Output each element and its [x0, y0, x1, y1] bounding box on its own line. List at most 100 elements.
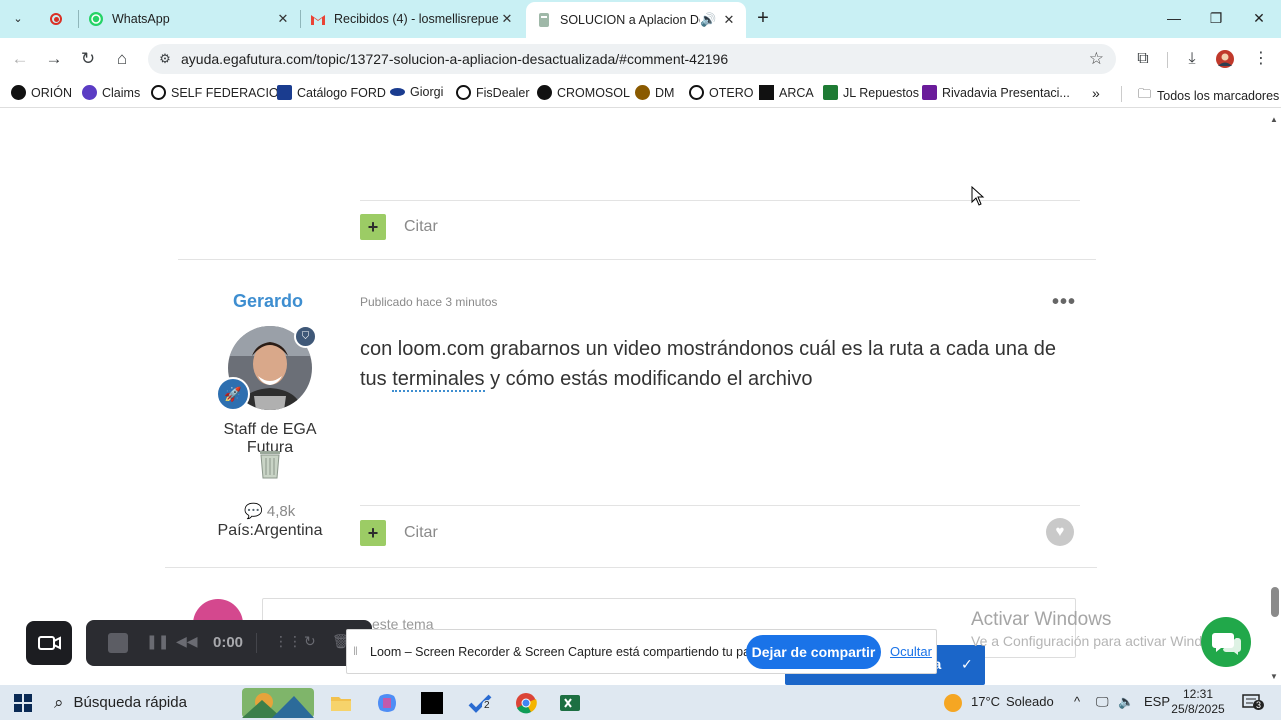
post-text: y cómo estás modificando el archivo: [484, 368, 813, 390]
chrome-taskbar-icon[interactable]: [512, 691, 540, 715]
close-icon[interactable]: ✕: [498, 11, 516, 27]
bookmark-rivadavia[interactable]: Rivadavia Presentaci...: [922, 85, 1070, 100]
bookmark-arca[interactable]: ARCA: [759, 85, 814, 100]
bookmark-icon: [759, 85, 774, 100]
post-link-terminales[interactable]: terminales: [392, 368, 485, 392]
all-bookmarks-folder[interactable]: 🗀 Todos los marcadores: [1138, 85, 1279, 107]
new-tab-button[interactable]: +: [752, 8, 774, 30]
taskbar-search[interactable]: ⌕ Búsqueda rápida: [46, 685, 316, 720]
tab-whatsapp[interactable]: WhatsApp ✕: [78, 0, 300, 38]
comment-icon: 💬: [244, 503, 263, 520]
forward-button[interactable]: →: [41, 46, 67, 72]
bookmark-cromosol[interactable]: CROMOSOL: [537, 85, 630, 100]
clock-date: 25/8/2025: [1171, 702, 1225, 716]
tab-title: SOLUCION a Aplacion Des: [560, 13, 700, 27]
bookmark-dm[interactable]: DM: [635, 85, 674, 100]
cite-row-previous: + Citar: [360, 214, 438, 240]
volume-icon[interactable]: 🔈: [1118, 694, 1134, 710]
chrome-menu-icon[interactable]: ⋮: [1248, 46, 1274, 72]
reload-button[interactable]: ↻: [75, 46, 101, 72]
page-favicon-icon: [536, 12, 552, 28]
rank-trash-icon: [256, 447, 284, 481]
stop-sharing-button[interactable]: Dejar de compartir: [746, 635, 881, 669]
site-info-icon[interactable]: ⚙: [156, 50, 174, 68]
terminal-app-icon[interactable]: [420, 691, 444, 715]
url-text: ayuda.egafutura.com/topic/13727-solucion…: [181, 51, 729, 67]
bookmark-orion[interactable]: ORIÓN: [11, 85, 72, 100]
search-icon: ⌕: [54, 692, 64, 712]
bookmark-catalogo-ford[interactable]: Catálogo FORD: [277, 85, 386, 100]
post-count-value: 4,8k: [266, 503, 296, 520]
notifications-icon[interactable]: 3: [1240, 691, 1265, 715]
scroll-down-arrow-icon[interactable]: ▼: [1270, 672, 1278, 681]
file-explorer-icon[interactable]: [328, 691, 354, 715]
post-author[interactable]: Gerardo: [233, 291, 303, 312]
cite-label[interactable]: Citar: [404, 218, 438, 236]
cite-plus-button[interactable]: +: [360, 214, 386, 240]
scrollbar-thumb[interactable]: [1271, 587, 1279, 617]
hide-link[interactable]: Ocultar: [890, 644, 932, 659]
weather-condition[interactable]: Soleado: [1006, 694, 1054, 709]
excel-icon[interactable]: [558, 691, 582, 715]
close-window-button[interactable]: ✕: [1244, 6, 1274, 30]
tray-chevron-icon[interactable]: ^: [1074, 694, 1080, 709]
bookmark-fisdealer[interactable]: FisDealer: [456, 85, 530, 100]
extensions-icon[interactable]: ⧉: [1130, 46, 1156, 72]
address-bar[interactable]: ⚙ ayuda.egafutura.com/topic/13727-soluci…: [148, 44, 1116, 74]
bookmarks-overflow-icon[interactable]: »: [1092, 85, 1100, 101]
bookmark-otero[interactable]: OTERO: [689, 85, 753, 100]
mouse-cursor-icon: [971, 185, 985, 211]
tab-search-chevron-icon[interactable]: ⌄: [6, 6, 30, 30]
loom-restart-icon[interactable]: ◀◀: [176, 633, 198, 653]
bookmark-label: ARCA: [779, 85, 814, 100]
bookmark-label: Catálogo FORD: [297, 85, 386, 100]
tab-recording[interactable]: [38, 0, 78, 38]
loom-camera-button[interactable]: [26, 621, 72, 665]
loom-pause-icon[interactable]: ❚❚: [146, 633, 169, 653]
cite-label[interactable]: Citar: [404, 524, 438, 542]
page-scrollbar[interactable]: ▲ ▼: [1268, 109, 1281, 685]
language-indicator[interactable]: ESP: [1144, 694, 1170, 709]
bookmark-claims[interactable]: Claims: [82, 85, 140, 100]
scroll-up-arrow-icon[interactable]: ▲: [1270, 115, 1278, 124]
close-icon[interactable]: ✕: [720, 12, 738, 28]
clock-time: 12:31: [1182, 687, 1214, 701]
bookmark-icon: [277, 85, 292, 100]
activate-windows-title: Activar Windows: [971, 609, 1112, 630]
bookmark-jl-repuestos[interactable]: JL Repuestos: [823, 85, 919, 100]
search-highlight-image: [242, 688, 314, 718]
weather-temperature[interactable]: 17°C: [971, 694, 1000, 709]
close-icon[interactable]: ✕: [274, 11, 292, 27]
bookmark-giorgi[interactable]: Giorgi: [390, 85, 443, 99]
taskbar-clock[interactable]: 12:31 25/8/2025: [1168, 687, 1228, 717]
chat-widget-button[interactable]: [1201, 617, 1251, 667]
tab-gmail[interactable]: Recibidos (4) - losmellisrepuest ✕: [300, 0, 524, 38]
cite-plus-button[interactable]: +: [360, 520, 386, 546]
home-button[interactable]: ⌂: [109, 46, 135, 72]
bookmark-label: Todos los marcadores: [1157, 89, 1280, 103]
restore-button[interactable]: ❐: [1201, 6, 1231, 30]
audio-playing-icon[interactable]: 🔊: [700, 12, 716, 28]
recording-icon: [48, 11, 64, 27]
minimize-button[interactable]: —: [1159, 6, 1189, 30]
loom-grid-icon[interactable]: ⋮⋮: [274, 633, 302, 653]
check-icon: ✓: [961, 656, 973, 672]
tab-title: WhatsApp: [112, 12, 170, 26]
download-icon[interactable]: ⤓: [1179, 46, 1205, 72]
post-options-icon[interactable]: •••: [1052, 291, 1076, 314]
bookmark-label: Giorgi: [410, 85, 444, 99]
profile-avatar[interactable]: [1212, 46, 1238, 72]
copilot-icon[interactable]: [374, 691, 400, 715]
tab-active-solucion[interactable]: SOLUCION a Aplacion Des 🔊 ✕: [526, 2, 746, 38]
network-icon[interactable]: 🖵: [1096, 694, 1109, 710]
loom-stop-button[interactable]: [108, 633, 128, 653]
loom-redo-icon[interactable]: ↻: [304, 633, 316, 653]
back-button[interactable]: ←: [7, 46, 33, 72]
bookmarks-divider: [1121, 86, 1122, 102]
drag-handle-icon[interactable]: ‖: [353, 644, 358, 658]
like-heart-icon[interactable]: ♥: [1046, 518, 1074, 546]
vscode-icon[interactable]: 2: [466, 691, 496, 715]
bookmark-self-federacion[interactable]: SELF FEDERACION: [151, 85, 288, 100]
windows-start-icon[interactable]: [10, 691, 36, 715]
bookmark-star-icon[interactable]: ☆: [1089, 49, 1104, 69]
